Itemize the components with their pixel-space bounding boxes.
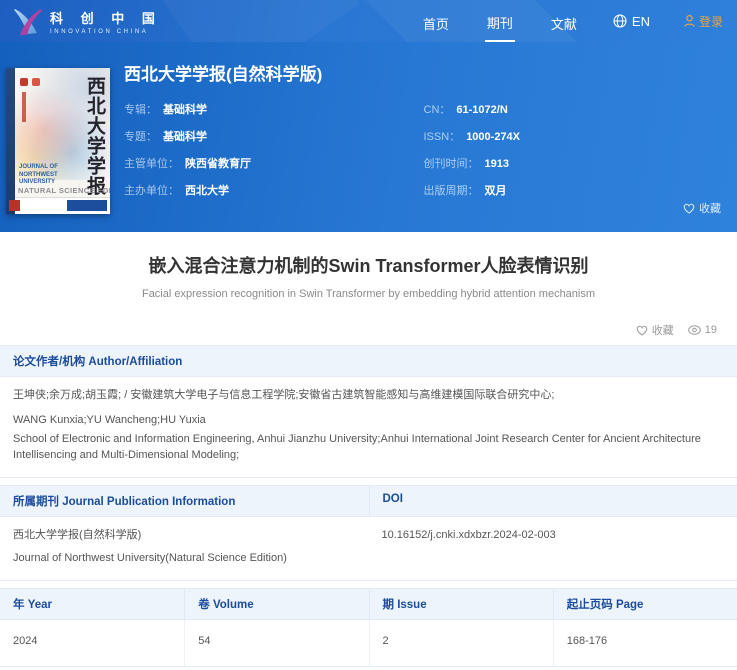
doi-value[interactable]: 10.16152/j.cnki.xdxbzr.2024-02-003 [382,528,725,544]
column-header-volume: 卷 Volume [184,589,368,619]
login-label: 登录 [699,13,723,30]
issue-value: 2 [369,620,553,666]
nav-item-literature[interactable]: 文献 [549,2,579,41]
cover-seal [20,78,28,86]
publication-journal-cn: 西北大学学报(自然科学版) [13,528,359,544]
journal-title: 西北大学学报(自然科学版) [124,60,723,85]
year-value: 2024 [0,620,184,666]
cover-barcode [67,200,107,211]
favorite-label: 收藏 [652,322,674,338]
journal-field-issn: ISSN： 1000-274X [424,128,724,144]
field-label: 主办单位： [124,182,179,198]
brand-name-en: INNOVATION CHINA [50,29,162,35]
journal-field-cn: CN： 61-1072/N [424,101,724,117]
field-label: 出版周期： [424,182,479,198]
issue-info-table: 年 Year 卷 Volume 期 Issue 起止页码 Page 2024 5… [0,588,737,667]
article-header: 嵌入混合注意力机制的Swin Transformer人脸表情识别 Facial … [0,232,737,338]
user-icon [684,15,695,27]
volume-value: 54 [184,620,368,666]
cover-title-calligraphy: 西北大学学报 [85,76,104,196]
publication-header: 所属期刊 Journal Publication Information [0,486,369,516]
globe-icon [613,14,627,28]
journal-cover-image[interactable]: 西北大学学报 JOURNAL OF NORTHWEST UNIVERSITY N… [6,68,110,214]
field-value: 61-1072/N [456,104,507,116]
cover-seal [32,78,40,86]
column-header-page: 起止页码 Page [553,589,737,619]
cover-journal-name-en: JOURNAL OF NORTHWEST UNIVERSITY [19,164,65,187]
field-label: ISSN： [424,128,461,144]
field-label: 专题： [124,128,157,144]
author-section-header: 论文作者/机构 Author/Affiliation [0,346,737,377]
heart-icon [636,325,648,336]
publication-journal-en: Journal of Northwest University(Natural … [13,551,359,567]
cover-red-text-column [22,92,26,122]
field-value: 基础科学 [163,128,207,144]
field-value: 1913 [485,158,509,170]
affiliation-en: School of Electronic and Information Eng… [13,432,724,464]
journal-field-frequency: 出版周期： 双月 [424,182,724,198]
view-count-value: 19 [705,324,717,336]
language-label: EN [632,14,650,29]
authors-en: WANG Kunxia;YU Wancheng;HU Yuxia [13,413,724,429]
doi-header: DOI [369,486,737,516]
cover-edition-label: NATURAL SCIENCE EDITION [18,186,110,195]
innovation-china-logo-icon [14,6,42,36]
journal-favorite-button[interactable]: 收藏 [683,200,721,216]
journal-banner: 西北大学学报 JOURNAL OF NORTHWEST UNIVERSITY N… [0,42,737,232]
authors-affiliation-cn: 王坤侠;余万成;胡玉霞; / 安徽建筑大学电子与信息工程学院;安徽省古建筑智能感… [13,388,724,404]
cover-spine [6,68,15,214]
column-header-year: 年 Year [0,589,184,619]
navbar-decoration [160,0,360,42]
publication-doi-section: 所属期刊 Journal Publication Information DOI… [0,485,737,581]
heart-icon [683,203,695,214]
eye-icon [688,325,701,335]
cover-publisher-logo [9,200,20,211]
field-label: 专辑： [124,101,157,117]
article-title-en: Facial expression recognition in Swin Tr… [16,288,721,300]
journal-field-topic: 专题： 基础科学 [124,128,424,144]
favorite-label: 收藏 [699,200,721,216]
field-value: 西北大学 [185,182,229,198]
nav-item-journal[interactable]: 期刊 [485,1,515,42]
top-navbar: 科 创 中 国 INNOVATION CHINA 首页 期刊 文献 EN 登录 [0,0,737,42]
field-label: 主管单位： [124,155,179,171]
article-view-count: 19 [688,324,717,336]
column-header-issue: 期 Issue [369,589,553,619]
author-affiliation-section: 论文作者/机构 Author/Affiliation 王坤侠;余万成;胡玉霞; … [0,345,737,478]
nav-item-home[interactable]: 首页 [421,2,451,41]
article-favorite-button[interactable]: 收藏 [636,322,674,338]
journal-field-album: 专辑： 基础科学 [124,101,424,117]
page-range-value: 168-176 [553,620,737,666]
brand-logo[interactable]: 科 创 中 国 INNOVATION CHINA [14,6,162,36]
login-button[interactable]: 登录 [684,13,723,30]
field-value: 双月 [485,182,507,198]
journal-field-founded: 创刊时间： 1913 [424,155,724,171]
field-value: 1000-274X [466,131,520,143]
article-title: 嵌入混合注意力机制的Swin Transformer人脸表情识别 [16,252,721,278]
language-switch[interactable]: EN [613,14,650,29]
field-value: 基础科学 [163,101,207,117]
field-label: CN： [424,101,451,117]
field-label: 创刊时间： [424,155,479,171]
brand-name-cn: 科 创 中 国 [50,8,162,27]
journal-field-supervisor: 主管单位： 陕西省教育厅 [124,155,424,171]
field-value: 陕西省教育厅 [185,155,251,171]
journal-field-organizer: 主办单位： 西北大学 [124,182,424,198]
